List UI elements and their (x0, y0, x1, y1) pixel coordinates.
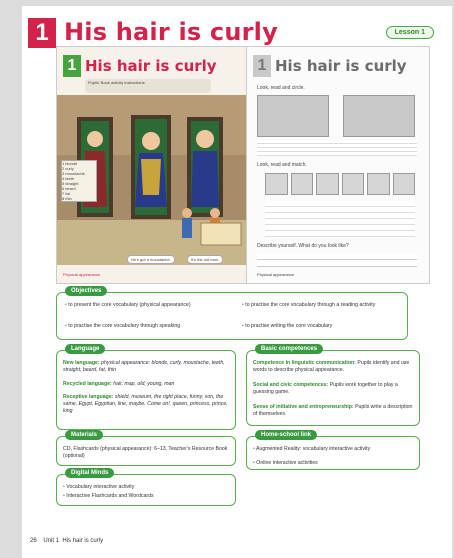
book-spread-thumbnail: 1 His hair is curly Pupils' Book activit… (56, 46, 430, 284)
home-link-item: • Augmented Reality: vocabulary interact… (253, 446, 371, 452)
thumb-left-instruction: Pupils' Book activity instructions (85, 79, 211, 93)
page: 1 His hair is curly Lesson 1 1 His hair … (22, 6, 452, 558)
objective-item: • to practise writing the core vocabular… (242, 323, 333, 329)
page-footer: 26 Unit 1 His hair is curly (30, 538, 103, 544)
thumb-left-number: 1 (63, 55, 81, 77)
objective-item: • to practise the core vocabulary throug… (242, 302, 376, 308)
face-portrait (367, 173, 390, 195)
thumb-right-footer: Physical appearance (257, 272, 295, 277)
unit-number-badge: 1 (28, 18, 56, 48)
home-school-link-box: Home-school link • Augmented Reality: vo… (246, 430, 420, 470)
face-portrait (392, 173, 415, 195)
materials-box: Materials CD, Flashcards (physical appea… (56, 430, 236, 466)
vocab-list: 1 blonde 2 curly 3 moustache 4 teeth 5 s… (61, 160, 97, 202)
receptive-language: Receptive language: shield, museum, the … (63, 394, 228, 414)
page-title: His hair is curly (64, 18, 278, 46)
match-sentence-lines (265, 201, 415, 237)
footer-title: His hair is curly (62, 538, 104, 544)
objectives-box: Objectives • to present the core vocabul… (56, 286, 408, 340)
face-portrait (316, 173, 339, 195)
language-box: Language New language: physical appearan… (56, 344, 236, 430)
writing-lines (257, 253, 417, 267)
activity-picture-2 (343, 95, 415, 137)
page-number: 26 (30, 538, 37, 544)
footer-unit: Unit 1 (43, 538, 60, 544)
thumb-activity-2: Look, read and match. (257, 162, 307, 168)
digital-item: • Vocabulary interactive activity (63, 484, 135, 490)
speech-bubble-2: It's the old man. (187, 255, 224, 264)
face-portrait (265, 173, 288, 195)
face-portrait (341, 173, 364, 195)
vocab-item: 8 thin (62, 196, 72, 201)
thumb-right-number: 1 (253, 55, 271, 77)
materials-tag: Materials (65, 430, 104, 440)
objectives-tag: Objectives (65, 286, 108, 296)
objective-item: • to present the core vocabulary (physic… (65, 302, 191, 308)
basic-competences-tag: Basic competences (255, 344, 324, 354)
activity-text-lines (257, 140, 417, 156)
home-link-item: • Online interactive activities (253, 460, 318, 466)
basic-competences-box: Basic competences Competence in linguist… (246, 344, 420, 426)
activity-picture-1 (257, 95, 329, 137)
materials-text: CD, Flashcards (physical appearance): 6–… (63, 446, 228, 459)
competence-linguistic: Competence in linguistic communication: … (253, 360, 410, 373)
competence-social: Social and civic competences: Pupils wor… (253, 382, 398, 395)
lesson-badge: Lesson 1 (385, 26, 434, 39)
digital-minds-tag: Digital Minds (65, 468, 115, 478)
objective-item: • to practise the core vocabulary throug… (65, 323, 181, 329)
speech-bubble-1: He's got a moustache. (127, 255, 175, 264)
thumb-left-footer: Physical appearance (63, 272, 101, 277)
thumb-activity-3: Describe yourself. What do you look like… (257, 243, 349, 249)
digital-minds-box: Digital Minds • Vocabulary interactive a… (56, 468, 236, 506)
activity-book-page-thumbnail: 1 His hair is curly Look, read and circl… (246, 46, 430, 284)
thumb-right-title: His hair is curly (275, 57, 407, 75)
new-language: New language: physical appearance: blond… (63, 360, 225, 373)
pupils-book-page-thumbnail: 1 His hair is curly Pupils' Book activit… (56, 46, 248, 284)
competence-initiative: Sense of initiative and entrepreneurship… (253, 404, 413, 417)
face-portraits-row (265, 173, 415, 195)
language-tag: Language (65, 344, 106, 354)
thumb-activity-1: Look, read and circle. (257, 85, 305, 91)
thumb-left-title: His hair is curly (85, 57, 217, 75)
digital-item: • Interactive Flashcards and Wordcards (63, 493, 154, 499)
recycled-language: Recycled language: hair, map, old, young… (63, 381, 175, 387)
home-school-link-tag: Home-school link (255, 430, 318, 440)
face-portrait (290, 173, 313, 195)
